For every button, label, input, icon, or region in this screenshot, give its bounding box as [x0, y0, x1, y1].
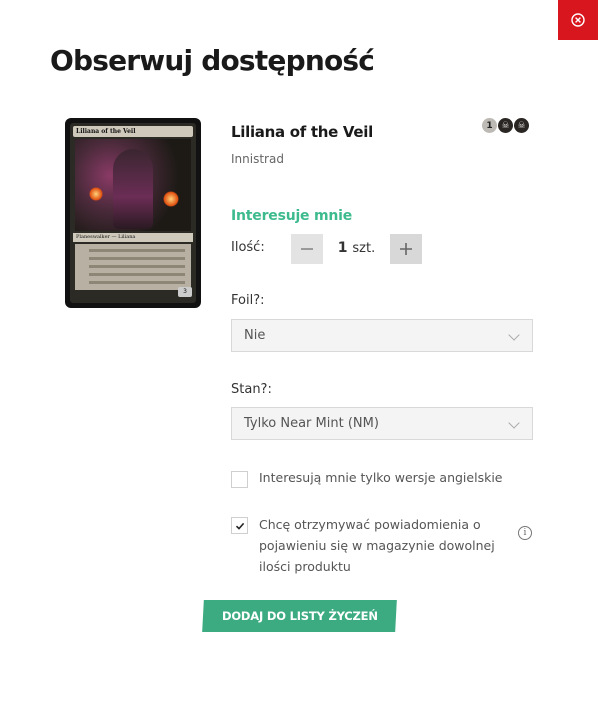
english-only-label: Interesują mnie tylko wersje angielskie [259, 470, 503, 485]
minus-icon [301, 248, 313, 250]
notifications-label: Chcę otrzymywać powiadomienia o pojawien… [259, 514, 495, 577]
close-icon [571, 13, 585, 27]
product-set: Innistrad [231, 152, 284, 166]
foil-label: Foil?: [231, 293, 265, 308]
mana-generic-icon: 1 [482, 118, 497, 133]
add-to-wishlist-button[interactable]: DODAJ DO LISTY ŻYCZEŃ [202, 600, 397, 632]
card-image-loyalty: 3 [178, 287, 192, 297]
plus-icon [400, 243, 412, 255]
quantity-decrease-button[interactable] [291, 234, 323, 264]
card-artwork [75, 139, 191, 231]
close-button[interactable] [558, 0, 598, 40]
info-icon[interactable]: i [518, 526, 532, 540]
card-image-textbox [75, 244, 191, 290]
checkmark-icon [235, 522, 244, 530]
mana-black-icon: ☠ [498, 118, 513, 133]
chevron-down-icon [508, 329, 520, 341]
section-label: Interesuje mnie [231, 208, 353, 224]
condition-label: Stan?: [231, 382, 272, 397]
card-image: Liliana of the Veil Planeswalker — Lilia… [65, 118, 201, 308]
condition-select[interactable]: Tylko Near Mint (NM) [231, 407, 533, 440]
notifications-label-line1: Chcę otrzymywać powiadomienia o [259, 517, 481, 532]
mana-cost: 1 ☠ ☠ [482, 118, 529, 133]
foil-select[interactable]: Nie [231, 319, 533, 352]
quantity-value: 1 szt. [323, 240, 390, 256]
condition-select-value: Tylko Near Mint (NM) [244, 416, 379, 431]
card-image-title: Liliana of the Veil [73, 126, 193, 137]
modal-title: Obserwuj dostępność [50, 44, 375, 77]
quantity-number: 1 [337, 240, 348, 256]
quantity-unit: szt. [352, 241, 376, 256]
notifications-label-line2: pojawieniu się w magazynie dowolnej [259, 538, 495, 553]
foil-select-value: Nie [244, 328, 266, 343]
chevron-down-icon [508, 417, 520, 429]
quantity-label: Ilość: [231, 240, 265, 255]
notifications-checkbox[interactable] [231, 517, 248, 534]
card-image-typeline: Planeswalker — Liliana [73, 233, 193, 242]
quantity-increase-button[interactable] [390, 234, 422, 264]
add-to-wishlist-label: DODAJ DO LISTY ŻYCZEŃ [221, 609, 378, 623]
mana-black-icon: ☠ [514, 118, 529, 133]
product-name: Liliana of the Veil [231, 123, 373, 141]
english-only-checkbox[interactable] [231, 471, 248, 488]
notifications-label-line3: ilości produktu [259, 559, 351, 574]
